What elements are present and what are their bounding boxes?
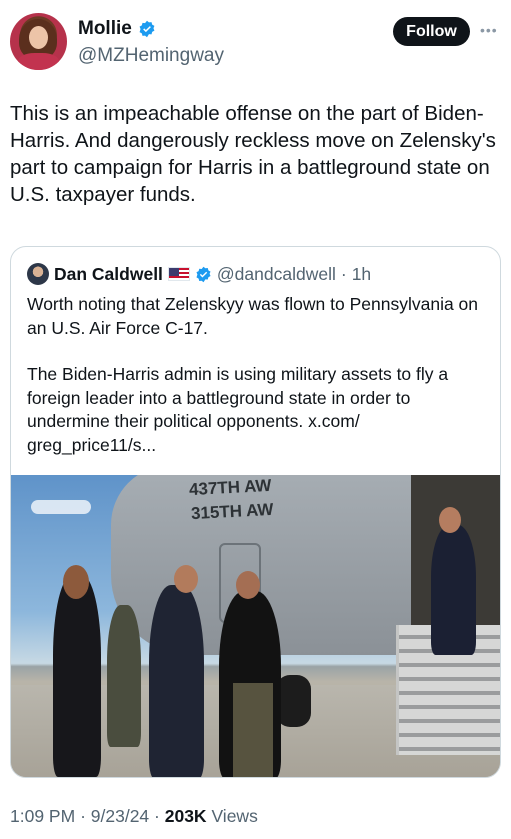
dot-separator: · <box>154 806 165 826</box>
photo-person-1 <box>53 575 101 777</box>
photo-person-5-head <box>439 507 461 533</box>
dot-separator: · <box>340 263 347 284</box>
photo-person-5 <box>431 525 476 655</box>
photo-aircraft-wheel <box>276 675 311 727</box>
photo-person-2 <box>107 605 141 747</box>
post-date[interactable]: 9/23/24 <box>91 806 149 826</box>
author-handle[interactable]: @MZHemingway <box>78 45 224 67</box>
quoted-post-card[interactable]: Dan Caldwell @dandcaldwell · 1h Worth no… <box>10 246 501 778</box>
us-flag-icon <box>167 267 190 281</box>
author-avatar[interactable] <box>10 13 67 70</box>
dot-separator: · <box>80 806 91 826</box>
quoted-author-handle: @dandcaldwell <box>216 263 336 284</box>
post-time[interactable]: 1:09 PM <box>10 806 75 826</box>
author-name[interactable]: Mollie <box>78 18 132 40</box>
views-count: 203K <box>164 806 207 826</box>
more-options-icon[interactable]: ••• <box>480 22 502 38</box>
post-text: This is an impeachable offense on the pa… <box>10 102 496 206</box>
post-metadata: 1:09 PM · 9/23/24 · 203K Views <box>10 806 258 827</box>
quoted-post-time: 1h <box>351 263 372 284</box>
verified-badge-icon <box>196 266 211 282</box>
views-label: Views <box>211 806 258 826</box>
avatar-face <box>29 26 48 49</box>
photo-person-1-head <box>63 565 89 599</box>
verified-badge-icon <box>139 20 155 38</box>
photo-person-3-head <box>174 565 198 593</box>
quoted-author-avatar <box>27 263 49 285</box>
follow-button[interactable]: Follow <box>393 17 470 46</box>
photo-person-3 <box>149 585 204 777</box>
author-name-row: Mollie <box>78 18 156 40</box>
photo-person-4-head <box>236 571 260 599</box>
quoted-paragraph-2[interactable]: The Biden-Harris admin is using military… <box>27 363 487 457</box>
avatar-clothing <box>18 53 59 70</box>
photo-clouds <box>31 500 91 514</box>
post-header: Mollie @MZHemingway Follow ••• <box>0 0 511 80</box>
quoted-post-photo[interactable]: 437TH AW 315TH AW <box>11 475 500 777</box>
quoted-post-header: Dan Caldwell @dandcaldwell · 1h <box>27 263 371 285</box>
quoted-author-name: Dan Caldwell <box>54 263 163 284</box>
quoted-paragraph-1: Worth noting that Zelenskyy was flown to… <box>27 294 479 338</box>
quoted-post-text: Worth noting that Zelenskyy was flown to… <box>27 293 487 457</box>
photo-person-4-legs <box>233 683 273 777</box>
